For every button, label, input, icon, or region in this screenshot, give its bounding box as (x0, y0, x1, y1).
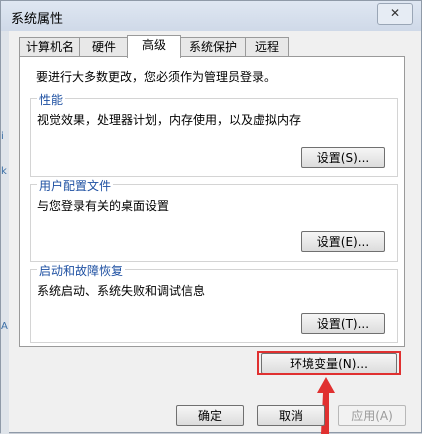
title-bar: 系统属性 ✕ (1, 1, 421, 31)
background-fragment: A (1, 321, 8, 332)
performance-group-title: 性能 (37, 91, 66, 108)
background-window-edge: i k A (1, 31, 9, 434)
tab-hardware[interactable]: 硬件 (79, 37, 129, 57)
performance-description: 视觉效果，处理器计划，内存使用，以及虚拟内存 (37, 113, 302, 127)
advanced-tab-panel: 要进行大多数更改，您必须作为管理员登录。 性能 视觉效果，处理器计划，内存使用，… (19, 56, 405, 347)
tab-system-protection[interactable]: 系统保护 (179, 37, 247, 57)
highlight-box (257, 351, 401, 375)
tab-advanced[interactable]: 高级 (127, 35, 181, 58)
user-profiles-description: 与您登录有关的桌面设置 (37, 199, 170, 213)
background-fragment: i (1, 131, 4, 142)
cancel-button[interactable]: 取消 (257, 405, 325, 426)
performance-settings-button[interactable]: 设置(S)... (301, 147, 385, 168)
performance-group: 性能 视觉效果，处理器计划，内存使用，以及虚拟内存 设置(S)... (30, 91, 398, 177)
apply-button[interactable]: 应用(A) (338, 405, 406, 426)
tab-computer-name[interactable]: 计算机名 (19, 37, 81, 57)
startup-recovery-group-title: 启动和故障恢复 (37, 262, 126, 279)
user-profiles-settings-button[interactable]: 设置(E)... (301, 231, 385, 252)
close-button[interactable]: ✕ (377, 3, 413, 25)
window-title: 系统属性 (11, 12, 64, 27)
startup-recovery-settings-button[interactable]: 设置(T)... (301, 313, 385, 334)
user-profiles-group: 用户配置文件 与您登录有关的桌面设置 设置(E)... (30, 177, 398, 262)
tab-remote[interactable]: 远程 (245, 37, 289, 57)
ok-button[interactable]: 确定 (176, 405, 244, 426)
admin-warning-text: 要进行大多数更改，您必须作为管理员登录。 (36, 70, 277, 84)
background-fragment: k (1, 166, 7, 177)
system-properties-dialog: 系统属性 ✕ i k A 计算机名 硬件 高级 系统保护 远程 要进行大多数更改… (0, 0, 422, 434)
startup-recovery-group: 启动和故障恢复 系统启动、系统失败和调试信息 设置(T)... (30, 262, 398, 343)
user-profiles-group-title: 用户配置文件 (37, 177, 114, 194)
startup-recovery-description: 系统启动、系统失败和调试信息 (37, 284, 206, 298)
